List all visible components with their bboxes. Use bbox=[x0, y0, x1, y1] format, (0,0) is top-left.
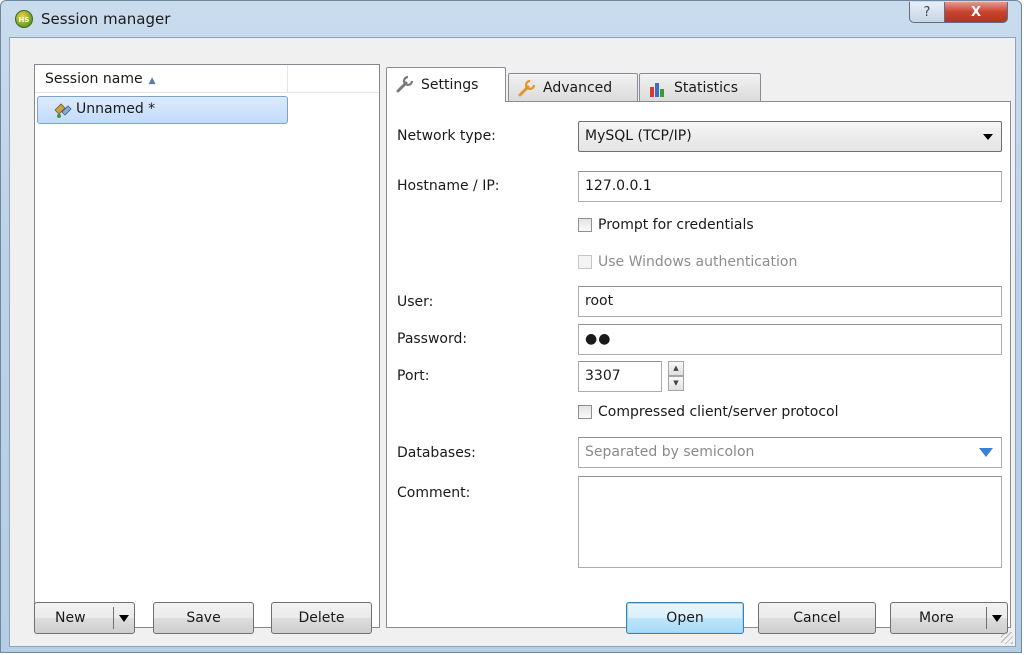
session-list-header: Session name ▲ bbox=[35, 65, 379, 93]
port-value: 3307 bbox=[585, 368, 621, 384]
session-item-label: Unnamed * bbox=[76, 101, 156, 117]
cancel-button-label: Cancel bbox=[793, 610, 841, 626]
tab-settings[interactable]: Settings bbox=[386, 67, 506, 102]
close-button[interactable]: X bbox=[944, 2, 1008, 23]
more-button[interactable]: More bbox=[890, 602, 1008, 634]
databases-placeholder: Separated by semicolon bbox=[585, 444, 755, 460]
tab-label: Advanced bbox=[543, 80, 613, 96]
session-list[interactable]: Session name ▲ Unnamed * bbox=[34, 64, 380, 628]
sort-ascending-icon: ▲ bbox=[148, 76, 156, 86]
user-value: root bbox=[585, 293, 614, 309]
comment-textarea[interactable] bbox=[578, 476, 1002, 568]
more-button-label: More bbox=[919, 610, 954, 626]
help-icon: ? bbox=[923, 4, 931, 20]
network-type-value: MySQL (TCP/IP) bbox=[585, 128, 692, 144]
close-icon: X bbox=[970, 4, 982, 20]
password-input[interactable]: ●● bbox=[578, 324, 1002, 355]
tab-label: Settings bbox=[421, 77, 479, 93]
tab-advanced[interactable]: Advanced bbox=[508, 73, 638, 101]
heidisql-icon: HS bbox=[15, 10, 33, 28]
compressed-protocol-checkbox[interactable]: Compressed client/server protocol bbox=[578, 404, 839, 420]
databases-label: Databases: bbox=[397, 445, 476, 461]
title-bar[interactable]: HS Session manager ? X bbox=[1, 1, 1021, 37]
hostname-value: 127.0.0.1 bbox=[585, 178, 652, 194]
prompt-credentials-label: Prompt for credentials bbox=[598, 217, 754, 233]
column-header-label: Session name bbox=[45, 71, 143, 87]
spin-down-icon[interactable]: ▼ bbox=[668, 376, 684, 391]
network-type-label: Network type: bbox=[397, 128, 496, 144]
comment-label: Comment: bbox=[397, 485, 471, 501]
checkbox-icon bbox=[578, 255, 592, 269]
port-label: Port: bbox=[397, 368, 430, 384]
compressed-protocol-label: Compressed client/server protocol bbox=[598, 404, 839, 420]
user-label: User: bbox=[397, 294, 434, 310]
databases-input[interactable]: Separated by semicolon bbox=[578, 437, 1002, 468]
save-button[interactable]: Save bbox=[153, 602, 254, 634]
new-button[interactable]: New bbox=[34, 602, 135, 634]
windows-auth-label: Use Windows authentication bbox=[598, 254, 798, 270]
password-label: Password: bbox=[397, 331, 468, 347]
open-button[interactable]: Open bbox=[626, 602, 744, 634]
chevron-down-icon[interactable] bbox=[992, 615, 1002, 622]
split-divider bbox=[113, 607, 114, 629]
password-value: ●● bbox=[585, 331, 612, 347]
bar-chart-icon bbox=[650, 83, 664, 97]
new-button-label: New bbox=[55, 610, 86, 626]
settings-tab-page: Network type: MySQL (TCP/IP) Hostname / … bbox=[386, 101, 1011, 628]
split-divider bbox=[986, 607, 987, 629]
prompt-credentials-checkbox[interactable]: Prompt for credentials bbox=[578, 217, 754, 233]
hostname-input[interactable]: 127.0.0.1 bbox=[578, 171, 1002, 202]
checkbox-icon bbox=[578, 405, 592, 419]
hostname-label: Hostname / IP: bbox=[397, 178, 500, 194]
help-button[interactable]: ? bbox=[909, 2, 945, 23]
delete-button[interactable]: Delete bbox=[271, 602, 372, 634]
session-manager-window: HS Session manager ? X Session name ▲ Unn… bbox=[0, 0, 1022, 653]
connection-icon bbox=[54, 103, 72, 118]
chevron-down-icon bbox=[983, 134, 993, 140]
wrench-icon bbox=[518, 80, 536, 97]
windows-auth-checkbox[interactable]: Use Windows authentication bbox=[578, 254, 797, 270]
save-button-label: Save bbox=[186, 610, 221, 626]
wrench-icon bbox=[396, 76, 414, 93]
dropdown-arrow-icon[interactable] bbox=[979, 448, 993, 457]
network-type-select[interactable]: MySQL (TCP/IP) bbox=[578, 121, 1002, 152]
tab-label: Statistics bbox=[674, 80, 738, 96]
resize-grip[interactable] bbox=[1001, 632, 1013, 644]
session-item-unnamed[interactable]: Unnamed * bbox=[37, 96, 288, 124]
open-button-label: Open bbox=[666, 610, 704, 626]
port-input[interactable]: 3307 bbox=[578, 361, 662, 392]
spin-up-icon[interactable]: ▲ bbox=[668, 361, 684, 376]
checkbox-icon bbox=[578, 218, 592, 232]
dialog-client-area: Session name ▲ Unnamed * Settings Advanc… bbox=[9, 37, 1016, 647]
window-title: Session manager bbox=[41, 10, 171, 28]
tab-statistics[interactable]: Statistics bbox=[639, 73, 761, 101]
user-input[interactable]: root bbox=[578, 286, 1002, 317]
cancel-button[interactable]: Cancel bbox=[758, 602, 876, 634]
port-stepper[interactable]: ▲ ▼ bbox=[668, 361, 684, 392]
chevron-down-icon[interactable] bbox=[119, 615, 129, 622]
column-header-session-name[interactable]: Session name ▲ bbox=[35, 65, 288, 93]
delete-button-label: Delete bbox=[298, 610, 345, 626]
